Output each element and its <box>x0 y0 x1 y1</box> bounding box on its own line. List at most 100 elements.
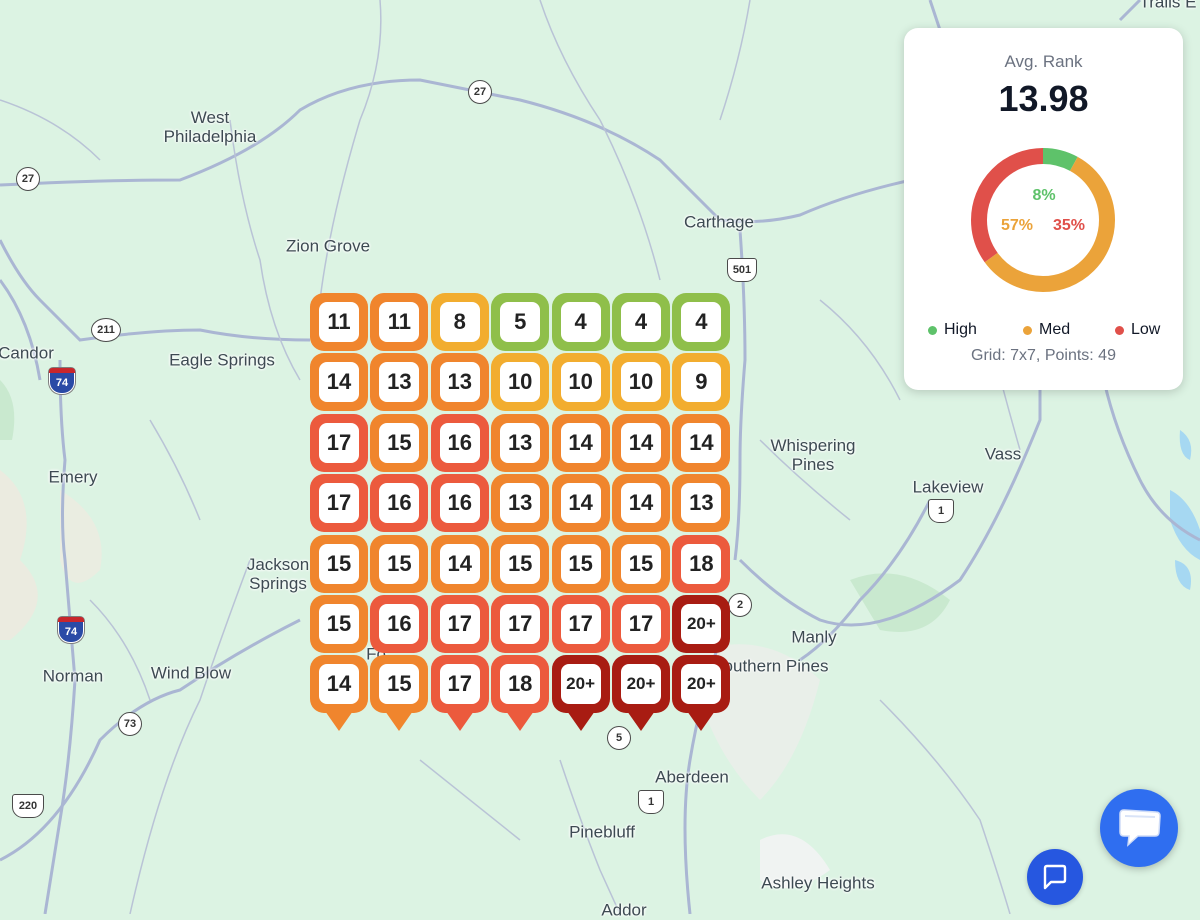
rank-value: 14 <box>681 422 722 463</box>
rank-pin[interactable]: 11 <box>310 293 368 351</box>
place-label: Whispering Pines <box>770 436 856 474</box>
rank-value: 18 <box>681 543 722 584</box>
rank-pin[interactable]: 17 <box>430 595 489 653</box>
rank-pin[interactable]: 20+ <box>672 595 731 653</box>
pin-tail <box>687 711 716 732</box>
rank-pin[interactable]: 16 <box>430 474 489 533</box>
rank-pin[interactable]: 17 <box>551 595 610 653</box>
rank-pin[interactable]: 15 <box>370 655 429 732</box>
place-label: Addor <box>601 900 647 920</box>
rank-pin[interactable]: 16 <box>370 474 429 533</box>
rank-value: 11 <box>379 302 420 342</box>
place-label: Trails E <box>1139 0 1197 12</box>
rank-value: 20+ <box>560 664 601 705</box>
rank-pin[interactable]: 16 <box>370 595 429 653</box>
rank-value: 15 <box>621 543 661 584</box>
rank-value: 17 <box>621 604 661 644</box>
rank-value: 5 <box>500 302 541 342</box>
low-dot-icon <box>1115 325 1124 335</box>
rank-pin[interactable]: 5 <box>491 293 550 351</box>
rank-pin[interactable]: 15 <box>310 595 368 653</box>
pin-tail <box>385 711 414 732</box>
rank-pin[interactable]: 15 <box>551 534 610 593</box>
rank-pin[interactable]: 13 <box>430 353 489 412</box>
rank-pin[interactable]: 14 <box>672 413 731 472</box>
message-square-icon <box>1043 864 1067 890</box>
rank-pin[interactable]: 15 <box>491 534 550 593</box>
rank-pin[interactable]: 17 <box>491 595 550 653</box>
legend-low: Low <box>1115 321 1160 339</box>
high-dot-icon <box>928 325 937 335</box>
chat-widget-button[interactable] <box>1100 789 1178 867</box>
place-label: Wind Blow <box>150 663 232 683</box>
rank-pin[interactable]: 20+ <box>551 655 610 732</box>
rank-pin[interactable]: 14 <box>551 474 610 533</box>
pin-tail <box>506 711 535 732</box>
low-percent: 35% <box>1052 217 1086 234</box>
avg-rank-label: Avg. Rank <box>1004 52 1083 71</box>
chat-bubble-icon <box>1119 809 1161 847</box>
rank-value: 15 <box>379 422 420 463</box>
legend-med: Med <box>1023 321 1070 339</box>
rank-value: 14 <box>319 362 359 403</box>
rank-pin[interactable]: 9 <box>672 353 731 412</box>
rank-value: 9 <box>681 362 722 403</box>
rank-pin[interactable]: 15 <box>612 534 670 593</box>
rank-pin[interactable]: 15 <box>370 534 429 593</box>
rank-pin[interactable]: 17 <box>310 413 368 472</box>
rank-value: 14 <box>560 483 601 524</box>
rank-value: 14 <box>621 422 661 463</box>
rank-value: 18 <box>500 664 541 705</box>
rank-pin[interactable]: 20+ <box>612 655 670 732</box>
rank-value: 14 <box>439 543 480 584</box>
rank-pin[interactable]: 10 <box>612 353 670 412</box>
rank-pin[interactable]: 18 <box>491 655 550 732</box>
grid-info: Grid: 7x7, Points: 49 <box>971 347 1116 364</box>
rank-pin[interactable]: 14 <box>430 534 489 593</box>
rank-pin[interactable]: 15 <box>310 534 368 593</box>
rank-pin[interactable]: 17 <box>430 655 489 732</box>
rank-pin[interactable]: 14 <box>310 353 368 412</box>
rank-pin[interactable]: 13 <box>672 474 731 533</box>
rank-pin[interactable]: 14 <box>612 413 670 472</box>
place-label: Norman <box>42 666 104 686</box>
rank-pin[interactable]: 13 <box>491 413 550 472</box>
rank-value: 14 <box>621 483 661 524</box>
pin-tail <box>325 711 353 732</box>
rank-value: 15 <box>500 543 541 584</box>
rank-pin[interactable]: 14 <box>310 655 368 732</box>
place-label: Jackson Springs <box>246 555 310 593</box>
rank-value: 15 <box>560 543 601 584</box>
rank-value: 16 <box>379 604 420 644</box>
rank-pin[interactable]: 13 <box>370 353 429 412</box>
us-1-shield: 1 <box>928 499 954 523</box>
place-label: Aberdeen <box>655 767 729 787</box>
rank-pin[interactable]: 14 <box>612 474 670 533</box>
rank-pin[interactable]: 4 <box>551 293 610 351</box>
rank-pin[interactable]: 10 <box>491 353 550 412</box>
rank-pin[interactable]: 18 <box>672 534 731 593</box>
rank-pin[interactable]: 20+ <box>672 655 731 732</box>
stats-card: Avg. Rank 13.98 8% 57% 35% High Med Low … <box>904 28 1183 390</box>
rank-pin[interactable]: 4 <box>612 293 670 351</box>
place-label: Manly <box>791 627 837 647</box>
high-percent: 8% <box>1032 187 1056 204</box>
rank-value: 16 <box>439 483 480 524</box>
rank-pin[interactable]: 11 <box>370 293 429 351</box>
rank-pin[interactable]: 17 <box>612 595 670 653</box>
rank-pin[interactable]: 10 <box>551 353 610 412</box>
route-27-shield: 27 <box>468 80 492 104</box>
rank-value: 4 <box>560 302 601 342</box>
rank-pin[interactable]: 17 <box>310 474 368 533</box>
rank-pin[interactable]: 13 <box>491 474 550 533</box>
rank-pin[interactable]: 14 <box>551 413 610 472</box>
place-label: Lakeview <box>912 477 984 497</box>
rank-pin[interactable]: 4 <box>672 293 731 351</box>
rank-pin[interactable]: 8 <box>430 293 489 351</box>
rank-value: 17 <box>319 422 359 463</box>
rank-pin[interactable]: 16 <box>430 413 489 472</box>
message-button[interactable] <box>1027 849 1083 905</box>
rank-value: 10 <box>621 362 661 403</box>
rank-pin[interactable]: 15 <box>370 413 429 472</box>
rank-value: 15 <box>379 543 420 584</box>
